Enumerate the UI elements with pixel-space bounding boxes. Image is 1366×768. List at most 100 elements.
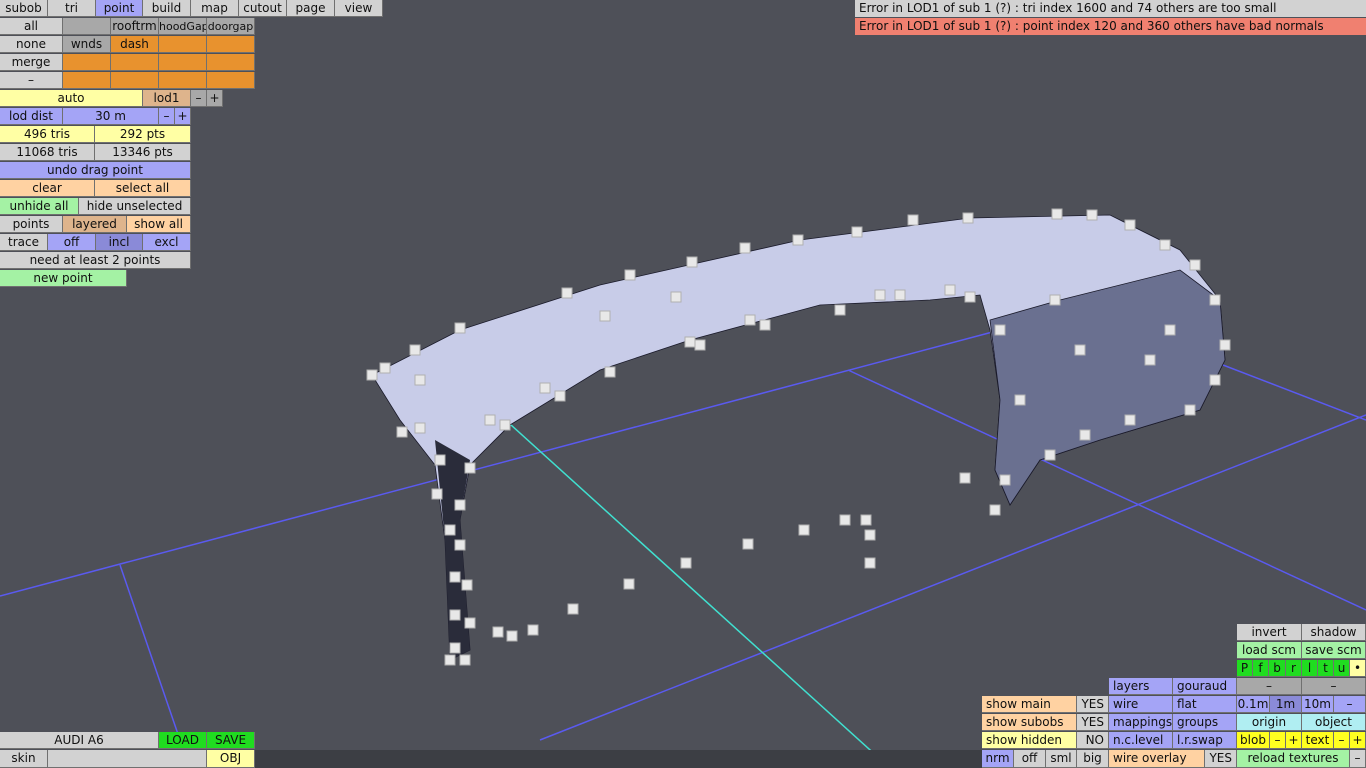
vertex-point[interactable]	[670, 291, 682, 303]
select-all-button[interactable]: all	[0, 18, 63, 35]
vertex-point[interactable]	[964, 291, 976, 303]
group-slot[interactable]	[207, 54, 255, 71]
view-dot[interactable]: •	[1350, 660, 1366, 677]
vertex-point[interactable]	[684, 336, 696, 348]
reload-textures-button[interactable]: reload textures	[1237, 750, 1350, 768]
vertex-point[interactable]	[454, 322, 466, 334]
show-hidden-toggle[interactable]: NO	[1077, 732, 1109, 749]
vertex-point[interactable]	[464, 617, 476, 629]
select-all-points-button[interactable]: select all	[95, 180, 191, 197]
vertex-point[interactable]	[1124, 414, 1136, 426]
normals-nrm[interactable]: nrm	[982, 750, 1014, 768]
select-none-button[interactable]: none	[0, 36, 63, 53]
skin-field[interactable]	[48, 750, 207, 768]
lod-dist-increment[interactable]: +	[175, 108, 191, 125]
vertex-point[interactable]	[599, 310, 611, 322]
clear-button[interactable]: clear	[0, 180, 95, 197]
layers-button[interactable]: layers	[1109, 678, 1173, 695]
vertex-point[interactable]	[860, 514, 872, 526]
vertex-point[interactable]	[874, 289, 886, 301]
blob-increment[interactable]: +	[1286, 732, 1302, 749]
tab-cutout[interactable]: cutout	[239, 0, 287, 17]
vertex-point[interactable]	[539, 382, 551, 394]
vertex-point[interactable]	[396, 426, 408, 438]
tab-point[interactable]: point	[96, 0, 143, 17]
show-main-toggle[interactable]: YES	[1077, 696, 1109, 713]
view-under[interactable]: u	[1334, 660, 1350, 677]
load-button[interactable]: LOAD	[159, 732, 207, 749]
save-scm-button[interactable]: save scm	[1302, 642, 1366, 659]
vertex-point[interactable]	[864, 529, 876, 541]
tab-view[interactable]: view	[335, 0, 383, 17]
vertex-point[interactable]	[798, 524, 810, 536]
vertex-point[interactable]	[604, 366, 616, 378]
flat-button[interactable]: flat	[1173, 696, 1237, 713]
lod-auto-button[interactable]: auto	[0, 90, 143, 107]
group-slot[interactable]	[111, 54, 159, 71]
group-slot[interactable]	[63, 18, 111, 35]
vertex-point[interactable]	[492, 626, 504, 638]
vertex-point[interactable]	[623, 578, 635, 590]
vertex-point[interactable]	[459, 654, 471, 666]
vertex-point[interactable]	[414, 422, 426, 434]
text-decrement[interactable]: –	[1334, 732, 1350, 749]
view-front[interactable]: f	[1253, 660, 1269, 677]
vertex-point[interactable]	[1209, 294, 1221, 306]
group-slot[interactable]	[207, 36, 255, 53]
view-perspective[interactable]: P	[1237, 660, 1253, 677]
vertex-point[interactable]	[694, 339, 706, 351]
show-subobs-toggle[interactable]: YES	[1077, 714, 1109, 731]
origin-button[interactable]: origin	[1237, 714, 1302, 731]
group-slot[interactable]	[111, 72, 159, 89]
lod-dist-decrement[interactable]: –	[159, 108, 175, 125]
vertex-point[interactable]	[864, 557, 876, 569]
trace-excl[interactable]: excl	[143, 234, 191, 251]
3d-viewport[interactable]	[0, 0, 1366, 768]
layered-toggle[interactable]: layered	[63, 216, 127, 233]
tab-build[interactable]: build	[143, 0, 191, 17]
vertex-point[interactable]	[1049, 294, 1061, 306]
group-slot[interactable]	[63, 72, 111, 89]
vertex-point[interactable]	[1079, 429, 1091, 441]
vertex-point[interactable]	[1086, 209, 1098, 221]
tab-tri[interactable]: tri	[48, 0, 96, 17]
vertex-point[interactable]	[834, 304, 846, 316]
vertex-point[interactable]	[994, 324, 1006, 336]
invert-button[interactable]: invert	[1237, 624, 1302, 641]
vertex-point[interactable]	[1051, 208, 1063, 220]
view-back[interactable]: b	[1269, 660, 1286, 677]
grid-0.1m[interactable]: 0.1m	[1237, 696, 1270, 713]
vertex-point[interactable]	[944, 284, 956, 296]
lod-dist-value[interactable]: 30 m	[63, 108, 159, 125]
vertex-point[interactable]	[839, 514, 851, 526]
group-hoodgap[interactable]: hoodGap	[159, 18, 207, 35]
show-all-toggle[interactable]: show all	[127, 216, 191, 233]
blob-decrement[interactable]: –	[1270, 732, 1286, 749]
vertex-point[interactable]	[686, 256, 698, 268]
vertex-point[interactable]	[461, 579, 473, 591]
vertex-point[interactable]	[554, 390, 566, 402]
group-rooftrm[interactable]: rooftrm	[111, 18, 159, 35]
vertex-point[interactable]	[1164, 324, 1176, 336]
lod-increment[interactable]: +	[207, 90, 223, 107]
vertex-point[interactable]	[449, 609, 461, 621]
vertex-point[interactable]	[414, 374, 426, 386]
vertex-point[interactable]	[567, 603, 579, 615]
vertex-point[interactable]	[444, 524, 456, 536]
groups-button[interactable]: groups	[1173, 714, 1237, 731]
vertex-point[interactable]	[366, 369, 378, 381]
group-dash[interactable]: dash	[111, 36, 159, 53]
lod-level[interactable]: lod1	[143, 90, 191, 107]
vertex-point[interactable]	[962, 212, 974, 224]
vertex-point[interactable]	[1014, 394, 1026, 406]
mappings-button[interactable]: mappings	[1109, 714, 1173, 731]
normals-sml[interactable]: sml	[1046, 750, 1077, 768]
grid-off[interactable]: –	[1334, 696, 1366, 713]
vertex-point[interactable]	[624, 269, 636, 281]
merge-button[interactable]: merge	[0, 54, 63, 71]
grid-1m[interactable]: 1m	[1270, 696, 1302, 713]
obj-button[interactable]: OBJ	[207, 750, 255, 768]
text-increment[interactable]: +	[1350, 732, 1366, 749]
vertex-point[interactable]	[561, 287, 573, 299]
vertex-point[interactable]	[759, 319, 771, 331]
